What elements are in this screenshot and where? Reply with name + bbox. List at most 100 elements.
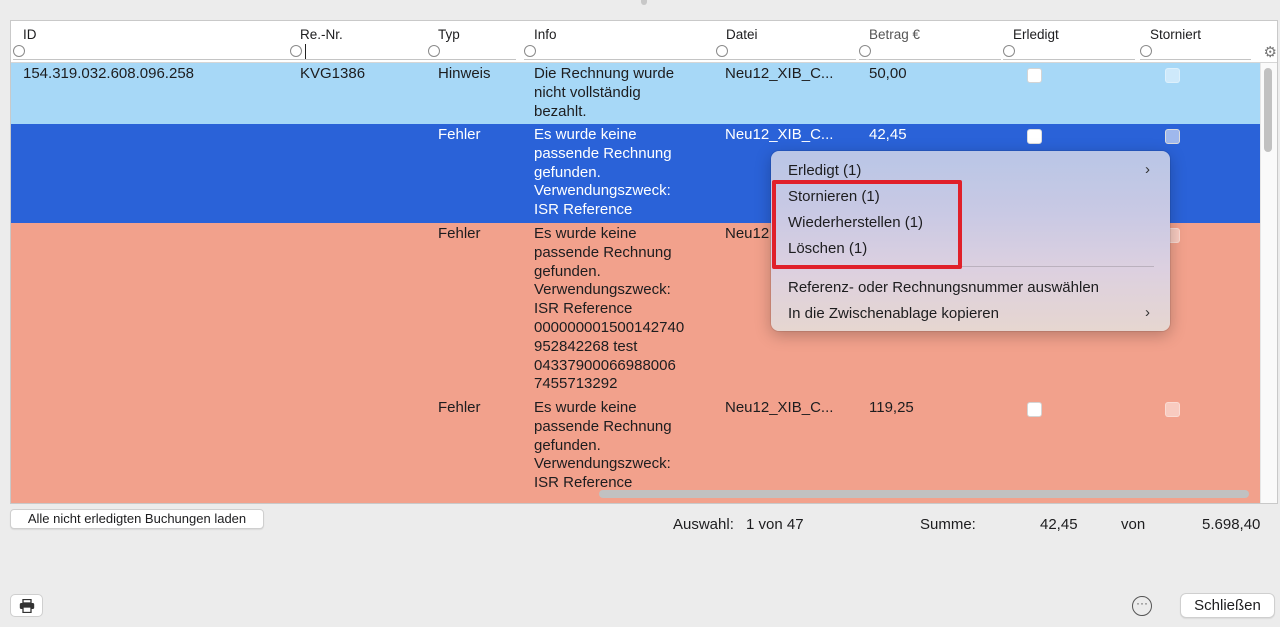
table-row[interactable]: Fehler Es wurde keine passende Rechnung … xyxy=(11,397,1260,503)
table-header: ID Re.-Nr. Typ Info Datei Betrag € Erled… xyxy=(11,21,1277,63)
cell-betrag: 50,00 xyxy=(869,65,907,82)
filter-radio[interactable] xyxy=(1003,45,1015,57)
erledigt-checkbox[interactable] xyxy=(1027,402,1042,417)
info-line: gefunden. xyxy=(534,163,601,181)
submenu-chevron-icon: › xyxy=(1145,161,1150,178)
info-line: Es wurde keine xyxy=(534,399,637,416)
filter-radio[interactable] xyxy=(428,45,440,57)
cell-datei: Neu12_XIB_C... xyxy=(725,126,834,143)
column-header-id[interactable]: ID xyxy=(11,21,298,63)
window-drag-indicator xyxy=(641,0,647,5)
cell-betrag: 119,25 xyxy=(869,399,914,416)
filter-datei[interactable] xyxy=(716,44,856,60)
selection-value: 1 von 47 xyxy=(746,516,804,533)
cell-re-nr: KVG1386 xyxy=(300,65,366,82)
info-line: Verwendungszweck: xyxy=(534,281,671,299)
column-title-id: ID xyxy=(23,27,37,42)
cell-betrag: 42,45 xyxy=(869,126,907,143)
selection-label: Auswahl: xyxy=(673,516,734,533)
info-line: passende Rechnung xyxy=(534,144,672,162)
cell-typ: Fehler xyxy=(438,399,481,416)
info-line: ISR Reference xyxy=(534,300,633,318)
info-line: 7455713292 xyxy=(534,375,618,393)
close-button[interactable]: Schließen xyxy=(1180,593,1275,618)
column-title-info: Info xyxy=(534,27,557,42)
cell-info: Es wurde keine passende Rechnung gefunde… xyxy=(534,225,714,394)
filter-erledigt[interactable] xyxy=(1003,44,1135,60)
column-title-storniert: Storniert xyxy=(1150,27,1202,42)
column-title-erledigt: Erledigt xyxy=(1013,27,1059,42)
info-line: 952842268 test xyxy=(534,337,638,355)
info-line: Es wurde keine xyxy=(534,126,637,143)
cell-id: 154.319.032.608.096.258 xyxy=(23,65,194,82)
erledigt-checkbox[interactable] xyxy=(1027,68,1042,83)
filter-radio[interactable] xyxy=(716,45,728,57)
ellipsis-circle-icon[interactable]: ··· xyxy=(1132,596,1152,616)
column-header-info[interactable]: Info xyxy=(522,21,722,63)
cell-typ: Hinweis xyxy=(438,65,491,82)
cell-typ: Fehler xyxy=(438,225,481,242)
info-line: 000000001500142740 xyxy=(534,318,685,336)
erledigt-checkbox[interactable] xyxy=(1027,129,1042,144)
menu-item-zwischenablage-kopieren[interactable]: In die Zwischenablage kopieren xyxy=(788,305,999,322)
annotation-highlight-box xyxy=(772,180,962,269)
info-line: Verwendungszweck: xyxy=(534,455,671,473)
filter-re-nr[interactable] xyxy=(290,44,430,60)
filter-betrag[interactable] xyxy=(859,44,1001,60)
storniert-checkbox[interactable] xyxy=(1165,129,1180,144)
info-line: Es wurde keine xyxy=(534,225,637,242)
filter-storniert[interactable] xyxy=(1140,44,1251,60)
filter-radio[interactable] xyxy=(524,45,536,57)
column-header-storniert[interactable]: Storniert ⚙ xyxy=(1138,21,1277,63)
filter-typ[interactable] xyxy=(428,44,516,60)
cell-datei: Neu12 xyxy=(725,225,770,242)
column-title-datei: Datei xyxy=(726,27,758,42)
total-value: 5.698,40 xyxy=(1202,516,1261,533)
cell-datei: Neu12_XIB_C... xyxy=(725,399,834,416)
filter-radio[interactable] xyxy=(290,45,302,57)
column-title-typ: Typ xyxy=(438,27,460,42)
column-header-typ[interactable]: Typ xyxy=(426,21,522,63)
info-line: passende Rechnung xyxy=(534,417,672,435)
cell-info: Die Rechnung wurde nicht vollständig bez… xyxy=(534,65,714,121)
filter-radio[interactable] xyxy=(859,45,871,57)
filter-radio[interactable] xyxy=(1140,45,1152,57)
column-header-erledigt[interactable]: Erledigt xyxy=(1001,21,1141,63)
submenu-chevron-icon: › xyxy=(1145,304,1150,321)
table-row[interactable]: 154.319.032.608.096.258 KVG1386 Hinweis … xyxy=(11,63,1260,124)
cell-info: Es wurde keine passende Rechnung gefunde… xyxy=(534,399,714,493)
of-label: von xyxy=(1121,516,1146,533)
gear-icon[interactable]: ⚙ xyxy=(1264,43,1277,61)
column-header-betrag[interactable]: Betrag € xyxy=(857,21,1007,63)
column-header-re-nr[interactable]: Re.-Nr. xyxy=(288,21,436,63)
load-open-bookings-button[interactable]: Alle nicht erledigten Buchungen laden xyxy=(10,509,264,529)
filter-radio[interactable] xyxy=(13,45,25,57)
storniert-checkbox[interactable] xyxy=(1165,68,1180,83)
filter-info[interactable] xyxy=(524,44,716,60)
info-line: passende Rechnung xyxy=(534,243,672,261)
vertical-scroll-thumb[interactable] xyxy=(1264,68,1272,152)
storniert-checkbox[interactable] xyxy=(1165,402,1180,417)
text-caret xyxy=(305,44,306,59)
sum-value: 42,45 xyxy=(1040,516,1078,533)
menu-item-erledigt[interactable]: Erledigt (1) xyxy=(788,162,861,179)
info-line: Verwendungszweck: xyxy=(534,182,671,200)
info-line: nicht vollständig xyxy=(534,83,641,101)
horizontal-scroll-thumb[interactable] xyxy=(599,490,1249,498)
info-line: gefunden. xyxy=(534,262,601,280)
info-line: ISR Reference xyxy=(534,201,633,219)
info-line: bezahlt. xyxy=(534,102,587,120)
sum-label: Summe: xyxy=(920,516,976,533)
cell-datei: Neu12_XIB_C... xyxy=(725,65,834,82)
cell-typ: Fehler xyxy=(438,126,481,143)
printer-icon xyxy=(19,598,34,614)
info-line: 04337900066988006 xyxy=(534,356,676,374)
menu-item-referenz-auswaehlen[interactable]: Referenz- oder Rechnungsnummer auswählen xyxy=(788,279,1099,296)
filter-id[interactable] xyxy=(13,44,292,60)
column-title-betrag: Betrag € xyxy=(869,27,921,42)
cell-info: Es wurde keine passende Rechnung gefunde… xyxy=(534,126,714,220)
info-line: gefunden. xyxy=(534,436,601,454)
column-header-datei[interactable]: Datei xyxy=(714,21,862,63)
print-button[interactable] xyxy=(10,594,43,617)
info-line: Die Rechnung wurde xyxy=(534,65,675,82)
